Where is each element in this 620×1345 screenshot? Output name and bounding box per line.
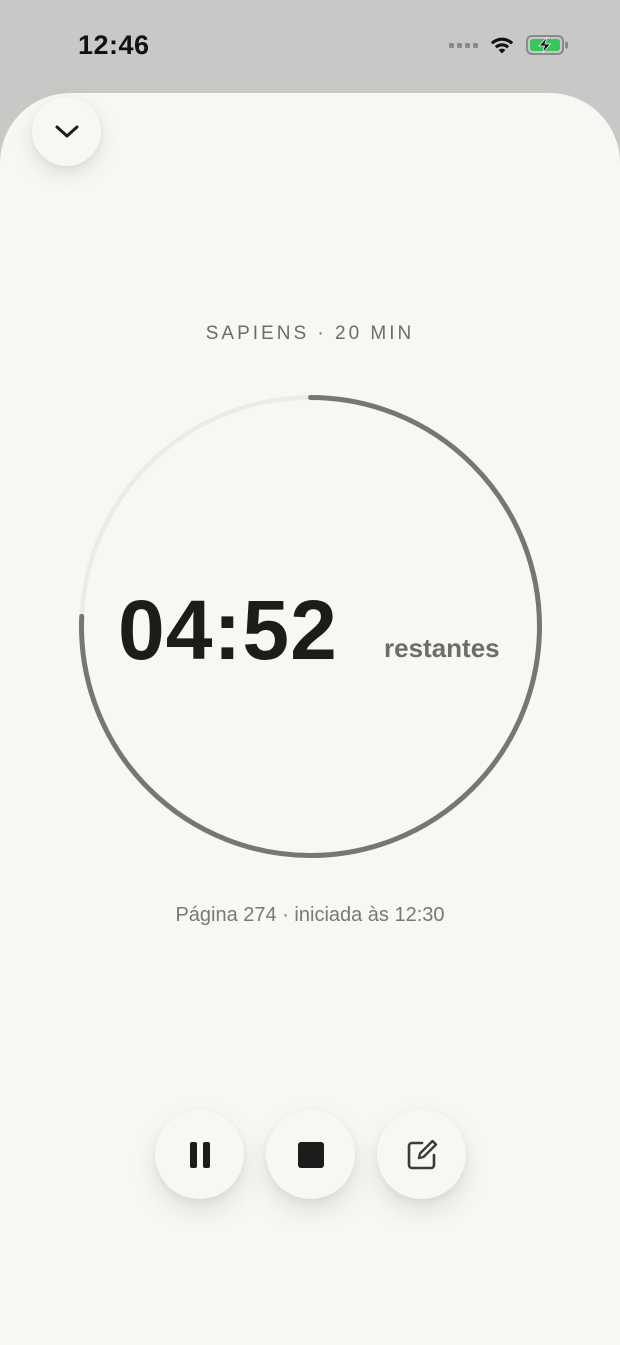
remaining-label: restantes [384,633,500,663]
time-remaining: 04:52 [118,583,338,677]
edit-note-icon [407,1139,437,1169]
timer-controls [155,1110,466,1199]
signal-icon [449,42,478,48]
wifi-icon [490,37,514,54]
session-info: Página 274 · iniciada às 12:30 [175,904,445,926]
pause-icon [189,1141,210,1168]
stop-button[interactable] [266,1110,355,1199]
status-time: 12:46 [78,30,150,60]
chevron-down-icon [55,125,78,137]
status-icons [449,34,570,56]
collapse-button[interactable] [32,97,101,166]
battery-charging-icon [526,35,568,55]
status-bar: 12:46 [0,0,620,94]
note-button[interactable] [377,1110,466,1199]
session-label: SAPIENS · 20 MIN [205,323,415,344]
stop-icon [297,1141,324,1168]
pause-button[interactable] [155,1110,244,1199]
